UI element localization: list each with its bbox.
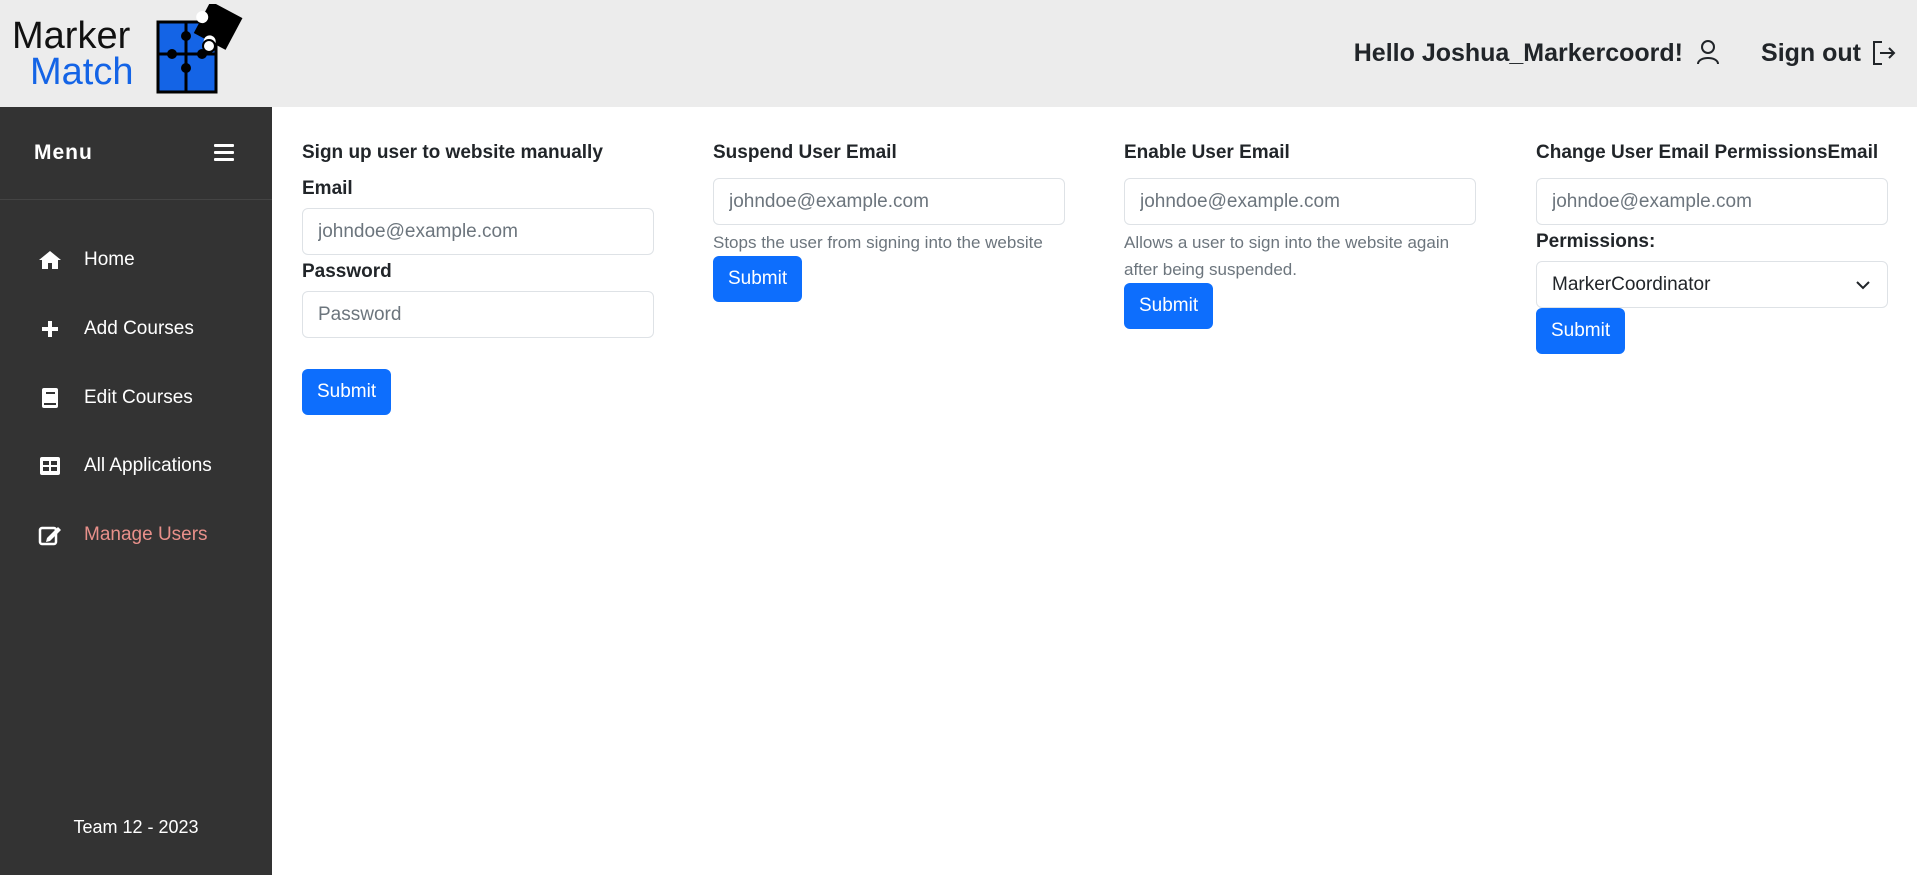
enable-title: Enable User Email [1124, 142, 1290, 163]
sidebar: Menu Home Add Courses Edit Courses All A… [0, 107, 272, 875]
signup-password-label: Password [302, 261, 392, 282]
sidebar-item-label: Manage Users [84, 524, 208, 545]
sidebar-item-label: All Applications [84, 455, 212, 476]
sidebar-item-home[interactable]: Home [38, 248, 135, 272]
suspend-email-input[interactable] [713, 178, 1065, 225]
permissions-select[interactable]: MarkerCoordinator [1536, 261, 1888, 308]
signup-form: Sign up user to website manually Email P… [302, 140, 654, 415]
sidebar-item-label: Home [84, 249, 135, 270]
suspend-form: Suspend User Email Stops the user from s… [713, 140, 1065, 302]
permissions-label: Permissions: [1536, 231, 1656, 252]
header-user-area: Hello Joshua_Markercoord! Sign out [1354, 38, 1897, 68]
chevron-down-icon [1856, 281, 1870, 290]
markermatch-logo[interactable]: Marker Match [10, 4, 243, 96]
permissions-form: Change User Email PermissionsEmail Permi… [1536, 140, 1888, 354]
sidebar-footer: Team 12 - 2023 [73, 817, 199, 837]
sidebar-item-add-courses[interactable]: Add Courses [38, 317, 194, 341]
greeting-text: Hello Joshua_Markercoord! [1353, 38, 1684, 67]
enable-submit-button[interactable]: Submit [1124, 283, 1214, 329]
signup-submit-button[interactable]: Submit [302, 369, 392, 415]
sidebar-item-edit-courses[interactable]: Edit Courses [38, 386, 193, 410]
enable-form: Enable User Email Allows a user to sign … [1124, 140, 1476, 329]
sidebar-item-label: Add Courses [84, 318, 194, 339]
menu-header: Menu [0, 107, 272, 200]
logo-text-match: Match [30, 51, 134, 93]
suspend-help-text: Stops the user from signing into the web… [713, 233, 1043, 252]
logo-wordmark: Marker Match [12, 15, 134, 93]
table-icon [38, 454, 62, 478]
signup-password-input[interactable] [302, 291, 654, 338]
home-icon [38, 248, 62, 272]
top-header: Marker Match Hello Joshua_Markercoord! S… [0, 0, 1917, 107]
user-icon[interactable] [1695, 38, 1721, 68]
permissions-title: Change User Email PermissionsEmail [1536, 142, 1879, 163]
signup-email-input[interactable] [302, 208, 654, 255]
puzzle-logo-icon [156, 4, 243, 94]
signout-button[interactable]: Sign out [1761, 38, 1897, 68]
sidebar-item-all-applications[interactable]: All Applications [38, 454, 212, 478]
enable-email-input[interactable] [1124, 178, 1476, 225]
logo-text-marker: Marker [12, 15, 131, 57]
suspend-title: Suspend User Email [713, 142, 897, 163]
sign-out-icon [1873, 41, 1896, 65]
edit-icon [38, 523, 62, 547]
sidebar-item-label: Edit Courses [84, 387, 193, 408]
signout-label: Sign out [1761, 38, 1861, 67]
plus-icon [38, 317, 62, 341]
menu-title: Menu [34, 141, 93, 164]
signup-title: Sign up user to website manually [302, 142, 603, 163]
enable-help-text: Allows a user to sign into the website a… [1124, 233, 1450, 279]
signup-email-label: Email [302, 178, 353, 199]
sidebar-item-manage-users[interactable]: Manage Users [38, 523, 208, 547]
permissions-submit-button[interactable]: Submit [1536, 308, 1626, 354]
permissions-selected-value: MarkerCoordinator [1552, 274, 1711, 295]
hamburger-menu-icon[interactable] [214, 144, 234, 162]
suspend-submit-button[interactable]: Submit [713, 256, 803, 302]
book-icon [38, 386, 62, 410]
permissions-email-input[interactable] [1536, 178, 1888, 225]
